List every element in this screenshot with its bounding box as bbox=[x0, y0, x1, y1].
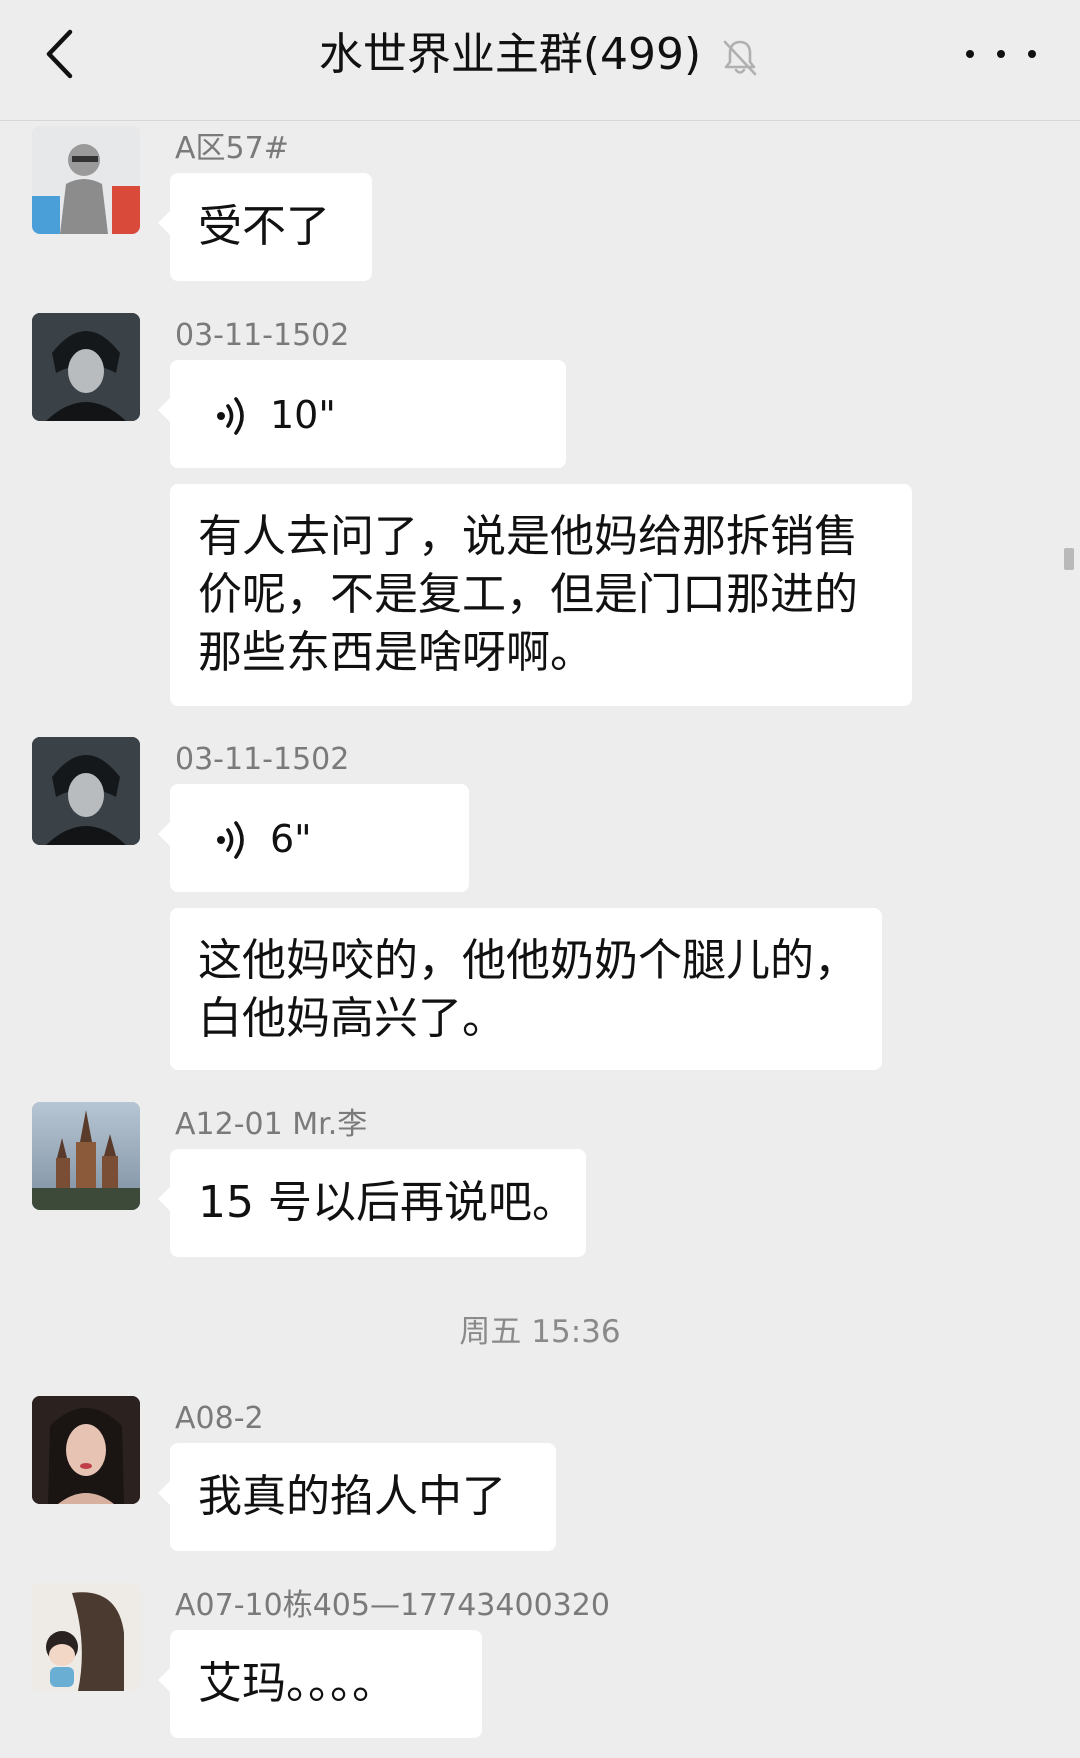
avatar-girl-portrait-image bbox=[32, 1396, 140, 1504]
message-bubble[interactable]: 15 号以后再说吧。 bbox=[158, 1149, 586, 1257]
message-bubble[interactable]: 有人去问了，说是他妈给那拆销售价呢，不是复工，但是门口那进的那些东西是啥呀啊。 bbox=[170, 484, 912, 706]
sender-name: 03-11-1502 bbox=[175, 742, 350, 777]
avatar-dark-portrait-image bbox=[32, 313, 140, 421]
message-text: 艾玛。。。。 bbox=[198, 1658, 396, 1709]
message-text: 这他妈咬的，他他奶奶个腿儿的，白他妈高兴了。 bbox=[198, 935, 858, 1044]
voice-wave-icon bbox=[217, 821, 244, 859]
message-text: 我真的掐人中了 bbox=[198, 1471, 506, 1522]
chat-title: 水世界业主群(499) bbox=[0, 22, 1080, 88]
avatar[interactable] bbox=[32, 737, 140, 845]
avatar[interactable] bbox=[32, 1396, 140, 1504]
chat-title-text: 水世界业主群(499) bbox=[318, 29, 702, 80]
message-bubble[interactable]: 我真的掐人中了 bbox=[158, 1443, 556, 1551]
avatar-castle-image bbox=[32, 1102, 140, 1210]
time-separator: 周五 15:36 bbox=[459, 1314, 621, 1350]
sender-name: A08-2 bbox=[175, 1401, 264, 1436]
more-button[interactable] bbox=[966, 34, 1036, 74]
message-text: 有人去问了，说是他妈给那拆销售价呢，不是复工，但是门口那进的那些东西是啥呀啊。 bbox=[198, 511, 858, 678]
ellipsis-icon-dot bbox=[966, 50, 974, 58]
message-bubble[interactable]: 受不了 bbox=[158, 173, 372, 281]
message-text: 受不了 bbox=[198, 201, 330, 252]
message-text: 15 号以后再说吧。 bbox=[198, 1177, 576, 1228]
scrollbar-thumb[interactable] bbox=[1064, 548, 1074, 570]
voice-wave-icon bbox=[217, 397, 244, 435]
voice-message-bubble[interactable]: 6" bbox=[158, 784, 469, 892]
message-bubble[interactable]: 这他妈咬的，他他奶奶个腿儿的，白他妈高兴了。 bbox=[170, 908, 882, 1070]
avatar-dark-portrait-image bbox=[32, 737, 140, 845]
ellipsis-icon-dot bbox=[1028, 50, 1036, 58]
sender-name: A07-10栋405—17743400320 bbox=[175, 1588, 610, 1623]
voice-duration: 6" bbox=[270, 817, 312, 861]
avatar-cartoon-image bbox=[32, 1583, 140, 1691]
sender-name: A12-01 Mr.李 bbox=[175, 1107, 368, 1142]
sender-name: A区57# bbox=[175, 131, 289, 166]
avatar[interactable] bbox=[32, 1102, 140, 1210]
avatar[interactable] bbox=[32, 1583, 140, 1691]
ellipsis-icon-dot bbox=[997, 50, 1005, 58]
voice-duration: 10" bbox=[270, 393, 336, 437]
avatar[interactable] bbox=[32, 126, 140, 234]
avatar-sketch-image bbox=[32, 126, 140, 234]
avatar[interactable] bbox=[32, 313, 140, 421]
chat-header: 水世界业主群(499) bbox=[0, 0, 1080, 121]
bell-off-icon bbox=[723, 40, 757, 76]
sender-name: 03-11-1502 bbox=[175, 318, 350, 353]
voice-message-bubble[interactable]: 10" bbox=[158, 360, 566, 468]
message-bubble[interactable]: 艾玛。。。。 bbox=[158, 1630, 482, 1738]
